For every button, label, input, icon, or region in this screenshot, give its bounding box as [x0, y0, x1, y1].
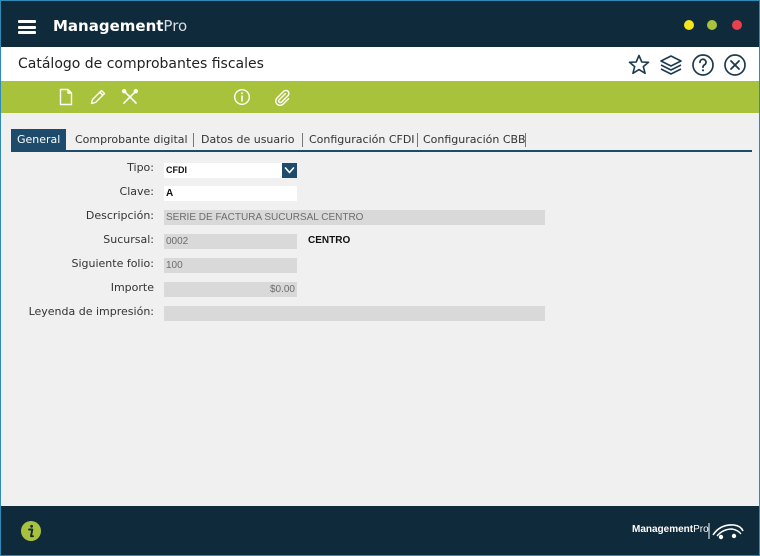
- title-bar: ManagementPro: [1, 1, 759, 47]
- page-title: Catálogo de comprobantes fiscales: [18, 56, 264, 72]
- help-icon[interactable]: [691, 53, 715, 77]
- tab-configuracion-cbb[interactable]: Configuración CBB: [417, 129, 532, 150]
- toolbar: [1, 81, 759, 113]
- edit-pencil-icon[interactable]: [89, 88, 107, 106]
- sucursal-field[interactable]: 0002: [164, 234, 297, 249]
- layers-icon[interactable]: [659, 53, 683, 77]
- tipo-label: Tipo:: [127, 161, 154, 174]
- tab-configuracion-cfdi[interactable]: Configuración CFDI: [303, 129, 421, 150]
- tab-general[interactable]: General: [11, 129, 67, 150]
- attachment-icon[interactable]: [273, 88, 291, 106]
- tab-comprobante-digital[interactable]: Comprobante digital: [69, 129, 194, 150]
- descripcion-field[interactable]: SERIE DE FACTURA SUCURSAL CENTRO: [164, 210, 545, 225]
- siguiente-folio-label: Siguiente folio:: [71, 257, 154, 270]
- footer-brand-light: Pro: [693, 524, 709, 535]
- descripcion-label: Descripción:: [85, 209, 154, 222]
- brand-light: Pro: [163, 17, 188, 35]
- sucursal-label: Sucursal:: [103, 233, 154, 246]
- info-circle-icon[interactable]: [20, 520, 42, 542]
- star-icon[interactable]: [627, 53, 651, 77]
- app-brand: ManagementPro: [53, 17, 187, 35]
- close-icon[interactable]: [723, 53, 747, 77]
- clave-label: Clave:: [119, 185, 154, 198]
- brand-logo-icon: [708, 523, 744, 540]
- cancel-tools-icon[interactable]: [121, 88, 139, 106]
- tipo-select[interactable]: CFDI: [164, 163, 282, 178]
- leyenda-label: Leyenda de impresión:: [28, 305, 154, 318]
- importe-label: Importe: [110, 281, 154, 294]
- brand-bold: Management: [53, 17, 164, 35]
- footer-brand: ManagementPro: [632, 524, 709, 535]
- menu-icon[interactable]: [18, 20, 36, 34]
- tab-bar: General Comprobante digital Datos de usu…: [11, 129, 752, 152]
- page-header: Catálogo de comprobantes fiscales: [1, 47, 759, 81]
- sucursal-name: CENTRO: [308, 235, 351, 246]
- app-window: ManagementPro Catálogo de comprobantes f…: [0, 0, 760, 556]
- footer-bar: ManagementPro: [1, 506, 759, 555]
- new-document-icon[interactable]: [57, 88, 75, 106]
- leyenda-field[interactable]: [164, 306, 545, 321]
- tab-separator: [525, 133, 526, 147]
- minimize-button[interactable]: [684, 20, 694, 30]
- close-window-button[interactable]: [732, 20, 742, 30]
- tab-datos-de-usuario[interactable]: Datos de usuario: [195, 129, 300, 150]
- footer-brand-bold: Management: [632, 524, 694, 535]
- importe-field[interactable]: $0.00: [164, 282, 297, 297]
- info-icon[interactable]: [233, 88, 251, 106]
- clave-input[interactable]: A: [164, 186, 297, 201]
- tipo-dropdown-button[interactable]: [282, 163, 297, 178]
- maximize-button[interactable]: [707, 20, 717, 30]
- tab-separator: [193, 133, 194, 147]
- chevron-down-icon: [284, 167, 295, 174]
- siguiente-folio-field[interactable]: 100: [164, 258, 297, 273]
